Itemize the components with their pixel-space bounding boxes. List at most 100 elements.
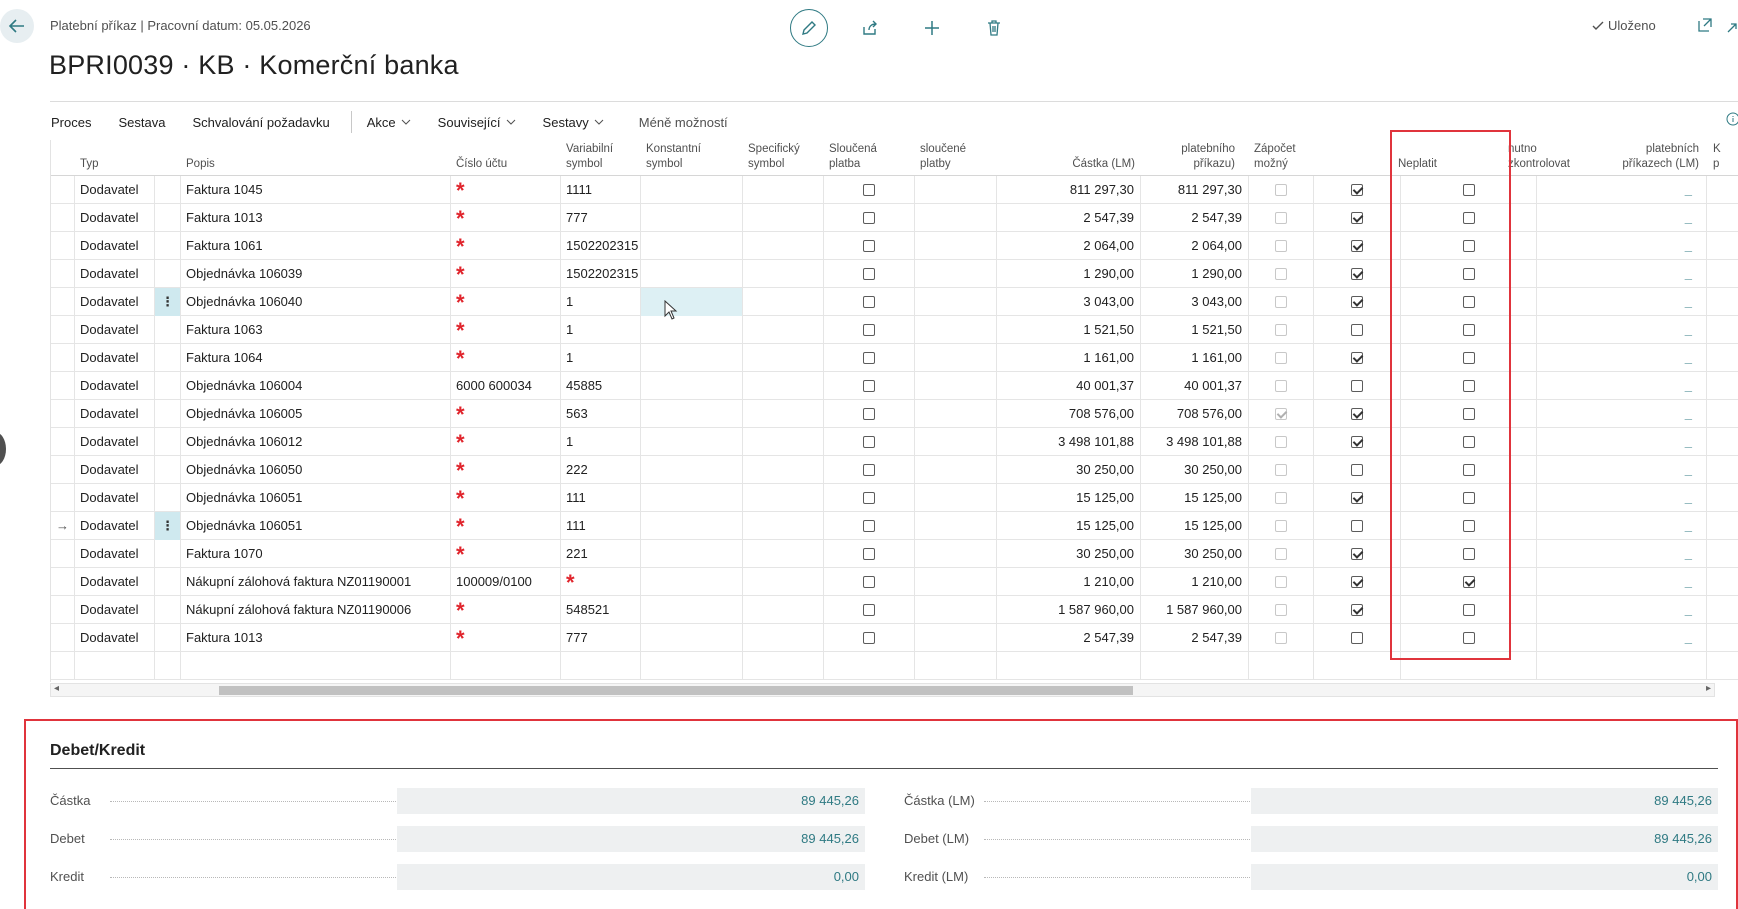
scrollbar-thumb[interactable]: [219, 686, 1133, 695]
cell-typ[interactable]: Dodavatel: [75, 428, 155, 456]
checkbox-checked-neplatit[interactable]: [1351, 575, 1363, 588]
cell-castka[interactable]: 3 043,00: [997, 288, 1141, 316]
cell-var[interactable]: 548521: [561, 596, 641, 624]
cell-sl1[interactable]: [824, 456, 915, 484]
col-konstantni-symbol[interactable]: Konstantní symbol: [641, 140, 733, 176]
cell-spec[interactable]: [743, 176, 824, 204]
checkbox-sloucena[interactable]: [863, 351, 875, 364]
drilldown-link[interactable]: _: [1685, 462, 1692, 477]
cell-spec[interactable]: [743, 428, 824, 456]
cell-konst[interactable]: [641, 288, 743, 316]
cell-menu[interactable]: [155, 428, 181, 456]
cell-spec[interactable]: [743, 372, 824, 400]
cell-spec[interactable]: [743, 344, 824, 372]
cell-castka[interactable]: 15 125,00: [997, 484, 1141, 512]
cell-konst[interactable]: [641, 512, 743, 540]
action-sestava[interactable]: Sestava: [118, 115, 165, 130]
checkbox-checked-neplatit[interactable]: [1351, 407, 1363, 420]
cell-sl2[interactable]: [915, 176, 997, 204]
cell-castka[interactable]: 1 587 960,00: [997, 596, 1141, 624]
cell-popis[interactable]: Faktura 1045: [181, 176, 451, 204]
cell-ucet[interactable]: *: [451, 288, 561, 316]
cell-konst[interactable]: [641, 260, 743, 288]
cell-last[interactable]: [1707, 456, 1738, 484]
cell-menu[interactable]: [155, 260, 181, 288]
cell-plat[interactable]: _: [1537, 288, 1707, 316]
drilldown-link[interactable]: _: [1685, 266, 1692, 281]
cell-sl2[interactable]: [915, 232, 997, 260]
cell-typ[interactable]: [75, 652, 155, 680]
cell-zap[interactable]: [1249, 176, 1314, 204]
drilldown-link[interactable]: _: [1685, 434, 1692, 449]
cell-konst[interactable]: [641, 204, 743, 232]
action-akce[interactable]: Akce: [367, 115, 411, 130]
cell-castka[interactable]: 3 498 101,88: [997, 428, 1141, 456]
info-button[interactable]: [1726, 112, 1738, 129]
cell-spec[interactable]: [743, 204, 824, 232]
cell-prikaz[interactable]: 1 290,00: [1141, 260, 1249, 288]
cell-arrow[interactable]: [51, 372, 75, 400]
cell-sl1[interactable]: [824, 540, 915, 568]
cell-sl2[interactable]: [915, 400, 997, 428]
cell-menu[interactable]: [155, 344, 181, 372]
cell-menu[interactable]: [155, 596, 181, 624]
cell-nep[interactable]: [1314, 512, 1401, 540]
drilldown-link[interactable]: _: [1685, 574, 1692, 589]
checkbox-sloucena[interactable]: [863, 379, 875, 392]
cell-popis[interactable]: Objednávka 106051: [181, 512, 451, 540]
checkbox-sloucena[interactable]: [863, 407, 875, 420]
cell-plat[interactable]: _: [1537, 176, 1707, 204]
drilldown-link[interactable]: _: [1685, 378, 1692, 393]
cell-menu[interactable]: [155, 400, 181, 428]
cell-castka[interactable]: 40 001,37: [997, 372, 1141, 400]
cell-menu[interactable]: [155, 316, 181, 344]
drilldown-link[interactable]: _: [1685, 490, 1692, 505]
col-nutno-zkontrolovat[interactable]: nutno zkontrolovat: [1503, 140, 1597, 176]
cell-var[interactable]: *: [561, 568, 641, 596]
cell-arrow[interactable]: [51, 344, 75, 372]
cell-prikaz[interactable]: 30 250,00: [1141, 540, 1249, 568]
cell-sl2[interactable]: [915, 484, 997, 512]
cell-nep[interactable]: [1314, 484, 1401, 512]
cell-arrow[interactable]: [51, 260, 75, 288]
cell-typ[interactable]: Dodavatel: [75, 456, 155, 484]
cell-plat[interactable]: _: [1537, 568, 1707, 596]
cell-prikaz[interactable]: 708 576,00: [1141, 400, 1249, 428]
checkbox-sloucena[interactable]: [863, 323, 875, 336]
cell-arrow[interactable]: [51, 568, 75, 596]
cell-typ[interactable]: Dodavatel: [75, 176, 155, 204]
new-button[interactable]: [912, 9, 952, 47]
checkbox-checked-neplatit[interactable]: [1351, 435, 1363, 448]
cell-ucet[interactable]: 100009/0100: [451, 568, 561, 596]
checkbox-sloucena[interactable]: [863, 239, 875, 252]
col-specificky-symbol[interactable]: Specifický symbol: [743, 140, 823, 176]
cell-menu[interactable]: [155, 652, 181, 680]
checkbox-sloucena[interactable]: [863, 575, 875, 588]
cell-sl2[interactable]: [915, 428, 997, 456]
cell-spec[interactable]: [743, 624, 824, 652]
cell-ucet[interactable]: *: [451, 316, 561, 344]
cell-konst[interactable]: [641, 540, 743, 568]
share-button[interactable]: [850, 9, 890, 47]
cell-zap[interactable]: [1249, 260, 1314, 288]
cell-popis[interactable]: [181, 652, 451, 680]
cell-nep[interactable]: [1314, 568, 1401, 596]
cell-konst[interactable]: [641, 456, 743, 484]
cell-menu[interactable]: ⋮: [155, 288, 181, 316]
cell-konst[interactable]: [641, 344, 743, 372]
cell-typ[interactable]: Dodavatel: [75, 344, 155, 372]
cell-arrow[interactable]: [51, 400, 75, 428]
cell-menu[interactable]: [155, 624, 181, 652]
cell-zap[interactable]: [1249, 232, 1314, 260]
cell-castka[interactable]: 1 210,00: [997, 568, 1141, 596]
checkbox-sloucena[interactable]: [863, 211, 875, 224]
cell-plat[interactable]: _: [1537, 232, 1707, 260]
back-button[interactable]: [0, 9, 34, 43]
checkbox-checked-neplatit[interactable]: [1351, 491, 1363, 504]
cell-typ[interactable]: Dodavatel: [75, 372, 155, 400]
cell-arrow[interactable]: [51, 288, 75, 316]
col-sloucene-platby[interactable]: sloučené platby: [915, 140, 1005, 176]
cell-prikaz[interactable]: 30 250,00: [1141, 456, 1249, 484]
checkbox-sloucena[interactable]: [863, 631, 875, 644]
cell-typ[interactable]: Dodavatel: [75, 540, 155, 568]
